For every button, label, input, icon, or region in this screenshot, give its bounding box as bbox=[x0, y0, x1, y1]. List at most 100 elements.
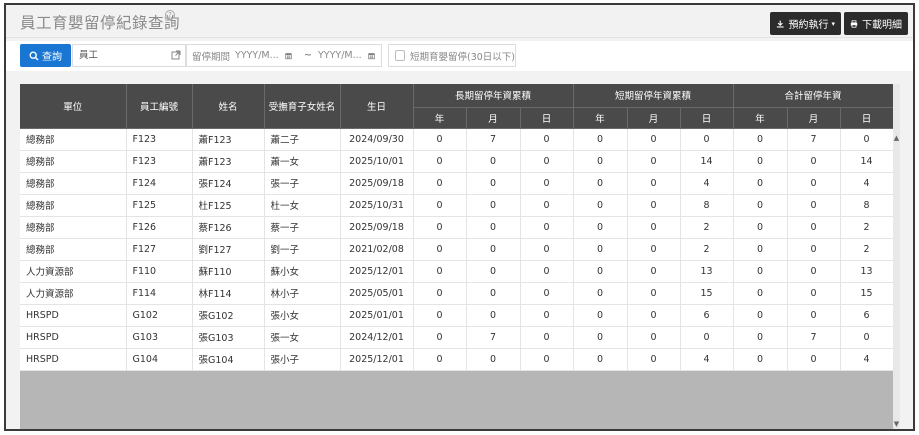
cell-total-month: 0 bbox=[787, 238, 841, 261]
col-header-name[interactable]: 姓名 bbox=[192, 84, 265, 129]
cell-short-month: 0 bbox=[627, 260, 681, 283]
cell-employee-id: G104 bbox=[126, 348, 193, 371]
cell-child-name: 張小女 bbox=[264, 304, 341, 327]
schedule-execution-button[interactable]: 預約執行 ▾ bbox=[770, 12, 841, 35]
period-end-input[interactable] bbox=[317, 50, 366, 61]
col-header-long-day[interactable]: 日 bbox=[520, 107, 574, 129]
col-header-employee-id[interactable]: 員工編號 bbox=[126, 84, 193, 129]
cell-short-day: 2 bbox=[680, 238, 734, 261]
col-header-unit[interactable]: 單位 bbox=[20, 84, 127, 129]
cell-total-month: 0 bbox=[787, 260, 841, 283]
cell-child-name: 張小子 bbox=[264, 348, 341, 371]
cell-long-day: 0 bbox=[520, 216, 574, 239]
cell-long-day: 0 bbox=[520, 150, 574, 173]
cell-birthday: 2025/09/18 bbox=[340, 172, 414, 195]
cell-birthday: 2024/12/01 bbox=[340, 326, 414, 349]
col-header-birthday[interactable]: 生日 bbox=[340, 84, 414, 129]
table-row[interactable]: HRSPD G103 張G103 張一女 2024/12/01 0 7 0 0 0 0 0 7 0 bbox=[20, 326, 894, 349]
triangle-up-icon[interactable]: ▲ bbox=[893, 134, 900, 142]
cell-short-month: 0 bbox=[627, 216, 681, 239]
table-row[interactable]: 總務部 F127 劉F127 劉一子 2021/02/08 0 0 0 0 0 2 0 0 2 bbox=[20, 238, 894, 261]
cell-total-day: 4 bbox=[840, 348, 894, 371]
cell-total-year: 0 bbox=[733, 128, 788, 151]
cell-long-year: 0 bbox=[413, 194, 467, 217]
cell-long-year: 0 bbox=[413, 128, 467, 151]
cell-short-month: 0 bbox=[627, 348, 681, 371]
cell-short-year: 0 bbox=[573, 304, 628, 327]
cell-long-year: 0 bbox=[413, 260, 467, 283]
period-start-input[interactable] bbox=[235, 50, 284, 61]
col-header-short-month[interactable]: 月 bbox=[627, 107, 681, 129]
table-row[interactable]: 人力資源部 F114 林F114 林小子 2025/05/01 0 0 0 0 0 15 0 0 15 bbox=[20, 282, 894, 305]
col-header-total-month[interactable]: 月 bbox=[787, 107, 841, 129]
cell-name: 蔡F126 bbox=[192, 216, 265, 239]
cell-long-month: 0 bbox=[466, 238, 521, 261]
cell-short-month: 0 bbox=[627, 150, 681, 173]
cell-total-day: 2 bbox=[840, 238, 894, 261]
question-circle-icon[interactable]: ? bbox=[165, 10, 175, 20]
cell-long-year: 0 bbox=[413, 326, 467, 349]
cell-birthday: 2021/02/08 bbox=[340, 238, 414, 261]
cell-long-year: 0 bbox=[413, 282, 467, 305]
calendar-icon[interactable] bbox=[285, 51, 292, 61]
cell-short-day: 13 bbox=[680, 260, 734, 283]
col-header-short-year[interactable]: 年 bbox=[573, 107, 628, 129]
employee-input[interactable] bbox=[79, 50, 163, 61]
cell-employee-id: F126 bbox=[126, 216, 193, 239]
download-label: 下載明細 bbox=[862, 20, 902, 31]
table-row[interactable]: 總務部 F126 蔡F126 蔡一子 2025/09/18 0 0 0 0 0 2 0 0 2 bbox=[20, 216, 894, 239]
cell-employee-id: G103 bbox=[126, 326, 193, 349]
col-header-long-month[interactable]: 月 bbox=[466, 107, 521, 129]
table-row[interactable]: 人力資源部 F110 蘇F110 蘇小女 2025/12/01 0 0 0 0 0 13 0 0 13 bbox=[20, 260, 894, 283]
download-details-button[interactable]: 下載明細 bbox=[844, 12, 908, 35]
table-row[interactable]: 總務部 F124 張F124 張一子 2025/09/18 0 0 0 0 0 4 0 0 4 bbox=[20, 172, 894, 195]
cell-name: 蘇F110 bbox=[192, 260, 265, 283]
cell-unit: 總務部 bbox=[20, 150, 127, 173]
external-link-icon[interactable] bbox=[171, 50, 181, 60]
short-term-filter[interactable]: 短期育嬰留停(30日以下) bbox=[388, 44, 516, 67]
cell-name: 張G103 bbox=[192, 326, 265, 349]
cell-short-month: 0 bbox=[627, 282, 681, 305]
cell-short-day: 14 bbox=[680, 150, 734, 173]
cell-total-day: 0 bbox=[840, 326, 894, 349]
cell-total-year: 0 bbox=[733, 238, 788, 261]
cell-name: 蕭F123 bbox=[192, 150, 265, 173]
cell-short-year: 0 bbox=[573, 238, 628, 261]
col-group-long-term: 長期留停年資累積 bbox=[413, 84, 574, 108]
col-header-long-year[interactable]: 年 bbox=[413, 107, 467, 129]
cell-total-year: 0 bbox=[733, 304, 788, 327]
cell-unit: 總務部 bbox=[20, 216, 127, 239]
cell-birthday: 2025/05/01 bbox=[340, 282, 414, 305]
col-header-total-day[interactable]: 日 bbox=[840, 107, 894, 129]
cell-short-month: 0 bbox=[627, 172, 681, 195]
cell-child-name: 蕭一女 bbox=[264, 150, 341, 173]
table-row[interactable]: HRSPD G104 張G104 張小子 2025/12/01 0 0 0 0 0 4 0 0 4 bbox=[20, 348, 894, 371]
cell-total-year: 0 bbox=[733, 326, 788, 349]
calendar-icon[interactable] bbox=[368, 51, 375, 61]
triangle-down-icon[interactable]: ▼ bbox=[893, 420, 900, 428]
col-header-child-name[interactable]: 受撫育子女姓名 bbox=[264, 84, 341, 129]
employee-field bbox=[72, 44, 186, 67]
table-row[interactable]: 總務部 F123 蕭F123 蕭二子 2024/09/30 0 7 0 0 0 0 0 7 0 bbox=[20, 128, 894, 151]
cell-total-day: 6 bbox=[840, 304, 894, 327]
cell-short-year: 0 bbox=[573, 128, 628, 151]
table-row[interactable]: HRSPD G102 張G102 張小女 2025/01/01 0 0 0 0 0 6 0 0 6 bbox=[20, 304, 894, 327]
col-header-short-day[interactable]: 日 bbox=[680, 107, 734, 129]
cell-short-month: 0 bbox=[627, 326, 681, 349]
cell-name: 蕭F123 bbox=[192, 128, 265, 151]
col-header-total-year[interactable]: 年 bbox=[733, 107, 788, 129]
filter-toolbar: 查詢 留停期間 ~ bbox=[6, 41, 913, 71]
schedule-label: 預約執行 bbox=[788, 20, 829, 31]
cell-total-day: 8 bbox=[840, 194, 894, 217]
cell-child-name: 蕭二子 bbox=[264, 128, 341, 151]
short-term-checkbox[interactable] bbox=[395, 50, 405, 61]
table-row[interactable]: 總務部 F123 蕭F123 蕭一女 2025/10/01 0 0 0 0 0 14 0 0 14 bbox=[20, 150, 894, 173]
cell-long-day: 0 bbox=[520, 326, 574, 349]
query-button[interactable]: 查詢 bbox=[20, 44, 71, 67]
table-row[interactable]: 總務部 F125 杜F125 杜一女 2025/10/31 0 0 0 0 0 8 0 0 8 bbox=[20, 194, 894, 217]
cell-total-year: 0 bbox=[733, 194, 788, 217]
date-separator: ~ bbox=[304, 50, 312, 61]
cell-unit: HRSPD bbox=[20, 326, 127, 349]
cell-long-month: 0 bbox=[466, 260, 521, 283]
cell-long-day: 0 bbox=[520, 282, 574, 305]
